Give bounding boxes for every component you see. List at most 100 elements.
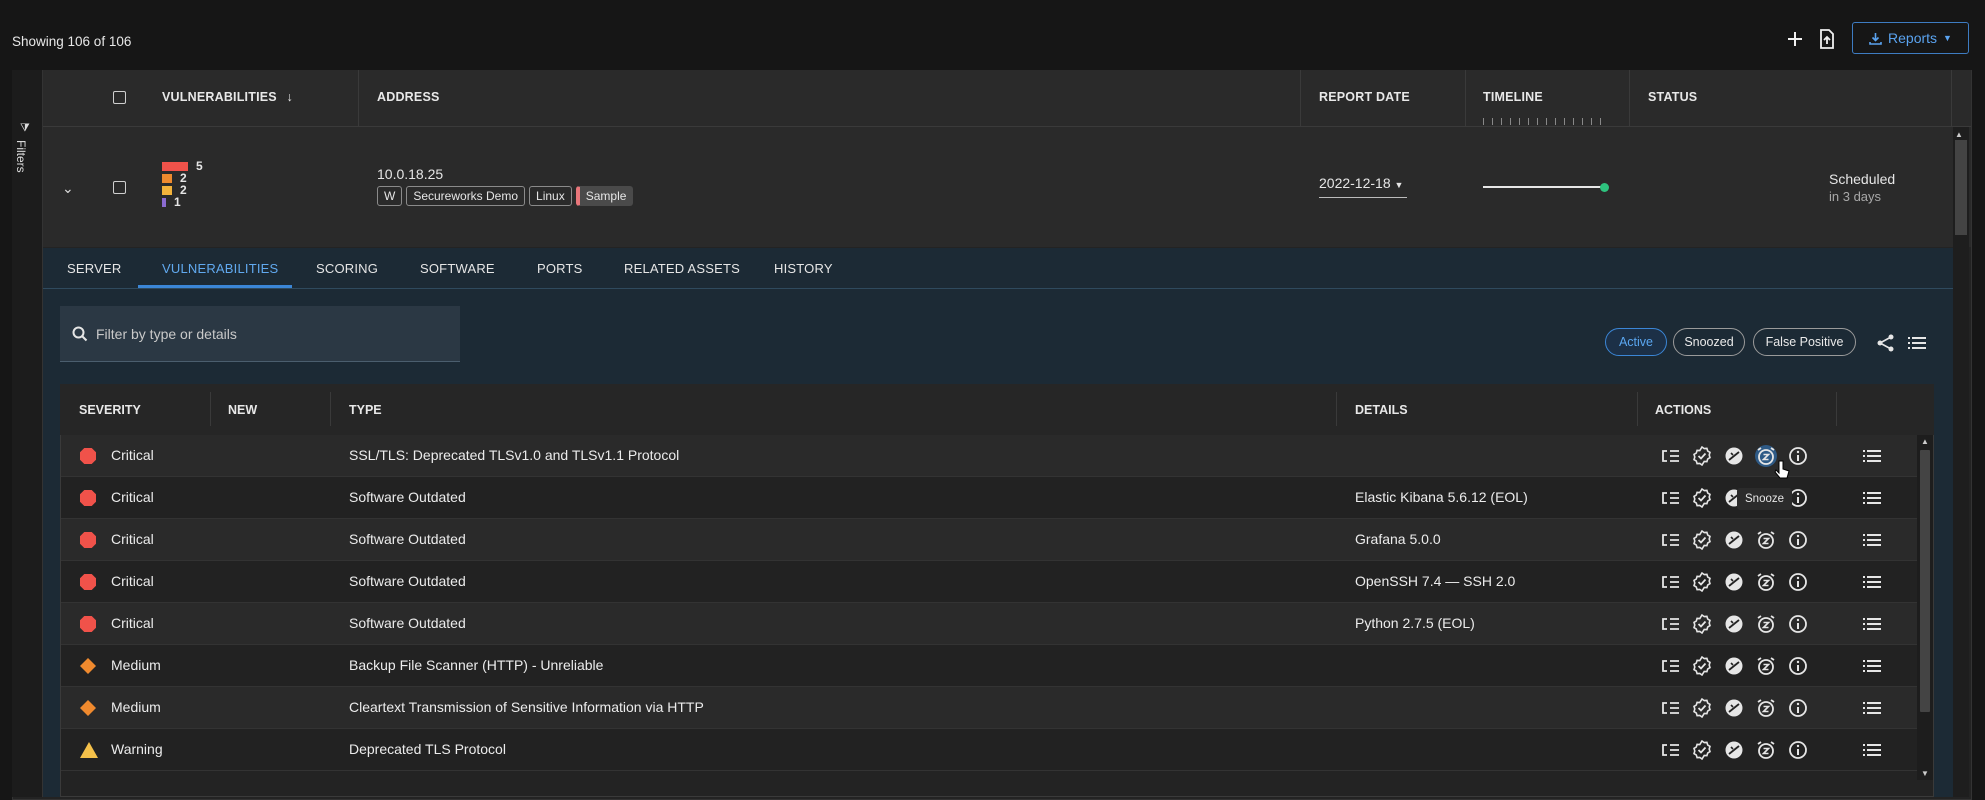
approve-icon[interactable] [1691,739,1713,761]
chevron-down-icon[interactable]: ⌄ [62,180,74,197]
info-icon[interactable] [1787,655,1809,677]
filter-snoozed-pill[interactable]: Snoozed [1673,328,1745,356]
list-icon[interactable] [1861,571,1883,593]
snooze-icon[interactable] [1755,613,1777,635]
list-icon[interactable] [1861,613,1883,635]
info-icon[interactable] [1787,529,1809,551]
vulnerability-type[interactable]: Deprecated TLS Protocol [349,741,506,757]
list-icon[interactable] [1861,487,1883,509]
vulnerability-type[interactable]: Software Outdated [349,573,466,589]
list-icon[interactable] [1861,739,1883,761]
filters-rail[interactable] [12,70,43,797]
snooze-icon[interactable] [1755,529,1777,551]
false-positive-icon[interactable] [1723,697,1745,719]
col-actions[interactable]: ACTIONS [1655,403,1711,417]
list-view-icon[interactable] [1908,335,1926,354]
col-vulnerabilities[interactable]: VULNERABILITIES ↓ [162,90,293,104]
tab-vulnerabilities[interactable]: VULNERABILITIES [162,261,278,276]
compare-icon[interactable] [1659,487,1681,509]
tag-sample[interactable]: Sample [575,186,634,206]
approve-icon[interactable] [1691,445,1713,467]
table-row[interactable]: Medium Cleartext Transmission of Sensitiv… [61,687,1917,729]
compare-icon[interactable] [1659,529,1681,551]
filter-icon[interactable]: ⧩ [20,122,30,135]
vulnerability-type[interactable]: Software Outdated [349,615,466,631]
info-icon[interactable] [1787,739,1809,761]
false-positive-icon[interactable] [1723,739,1745,761]
tag[interactable]: Linux [529,186,572,206]
info-icon[interactable] [1787,697,1809,719]
tag[interactable]: Secureworks Demo [406,186,526,206]
filter-active-pill[interactable]: Active [1605,328,1667,356]
col-address[interactable]: ADDRESS [377,90,440,104]
vulnerability-type[interactable]: Software Outdated [349,531,466,547]
snooze-icon[interactable] [1755,571,1777,593]
list-icon[interactable] [1861,529,1883,551]
false-positive-icon[interactable] [1723,613,1745,635]
vulnerability-type[interactable]: Software Outdated [349,489,466,505]
table-row[interactable]: Critical Software Outdated Elastic Kibana … [61,477,1917,519]
col-report-date[interactable]: REPORT DATE [1319,90,1410,104]
asset-ip[interactable]: 10.0.18.25 [377,166,443,182]
timeline-dot[interactable] [1600,183,1609,192]
scroll-up-icon[interactable]: ▲ [1955,130,1963,139]
tag[interactable]: W [377,186,403,206]
table-row[interactable]: Critical Software Outdated Grafana 5.0.0 [61,519,1917,561]
snooze-icon[interactable] [1755,697,1777,719]
asset-row[interactable] [43,127,1971,247]
approve-icon[interactable] [1691,571,1713,593]
false-positive-icon[interactable] [1723,655,1745,677]
compare-icon[interactable] [1659,613,1681,635]
table-row[interactable]: Medium Backup File Scanner (HTTP) - Unrel… [61,645,1917,687]
page-scroll-thumb[interactable] [1955,140,1967,235]
tab-scoring[interactable]: SCORING [316,261,378,276]
approve-icon[interactable] [1691,655,1713,677]
false-positive-icon[interactable] [1723,571,1745,593]
share-icon[interactable] [1876,333,1896,356]
select-all-checkbox[interactable] [113,91,126,104]
approve-icon[interactable] [1691,529,1713,551]
compare-icon[interactable] [1659,445,1681,467]
vulnerability-type[interactable]: Backup File Scanner (HTTP) - Unreliable [349,657,603,673]
compare-icon[interactable] [1659,697,1681,719]
vulnerability-type[interactable]: SSL/TLS: Deprecated TLSv1.0 and TLSv1.1 … [349,447,679,463]
table-row[interactable]: Warning Deprecated TLS Protocol [61,729,1917,771]
col-status[interactable]: STATUS [1648,90,1697,104]
table-row[interactable]: Critical Software Outdated Python 2.7.5 (E… [61,603,1917,645]
tab-history[interactable]: HISTORY [774,261,833,276]
reports-button[interactable]: Reports ▼ [1852,22,1969,54]
col-new[interactable]: NEW [228,403,257,417]
tab-ports[interactable]: PORTS [537,261,583,276]
approve-icon[interactable] [1691,613,1713,635]
col-severity[interactable]: SEVERITY [79,403,141,417]
compare-icon[interactable] [1659,739,1681,761]
info-icon[interactable] [1787,445,1809,467]
search-input[interactable] [94,325,438,343]
asset-checkbox[interactable] [113,181,126,194]
approve-icon[interactable] [1691,487,1713,509]
snooze-icon[interactable] [1755,739,1777,761]
false-positive-icon[interactable] [1723,445,1745,467]
upload-file-icon[interactable] [1816,28,1838,50]
approve-icon[interactable] [1691,697,1713,719]
snooze-icon[interactable] [1755,655,1777,677]
col-type[interactable]: TYPE [349,403,382,417]
report-date-select[interactable]: 2022-12-18 ▼ [1319,175,1407,198]
col-timeline[interactable]: TIMELINE [1483,90,1543,104]
list-icon[interactable] [1861,445,1883,467]
tab-server[interactable]: SERVER [67,261,121,276]
table-row[interactable]: Critical SSL/TLS: Deprecated TLSv1.0 and … [61,435,1917,477]
info-icon[interactable] [1787,613,1809,635]
filters-label[interactable]: Filters [14,140,28,173]
list-icon[interactable] [1861,697,1883,719]
vulnerability-type[interactable]: Cleartext Transmission of Sensitive Info… [349,699,704,715]
col-details[interactable]: DETAILS [1355,403,1408,417]
filter-false-positive-pill[interactable]: False Positive [1753,328,1856,356]
table-row[interactable]: Critical Software Outdated OpenSSH 7.4 — S… [61,561,1917,603]
tab-related-assets[interactable]: RELATED ASSETS [624,261,740,276]
scroll-down-icon[interactable]: ▼ [1921,769,1929,778]
list-icon[interactable] [1861,655,1883,677]
plus-icon[interactable] [1784,28,1806,50]
info-icon[interactable] [1787,571,1809,593]
scroll-up-icon[interactable]: ▲ [1921,437,1929,446]
